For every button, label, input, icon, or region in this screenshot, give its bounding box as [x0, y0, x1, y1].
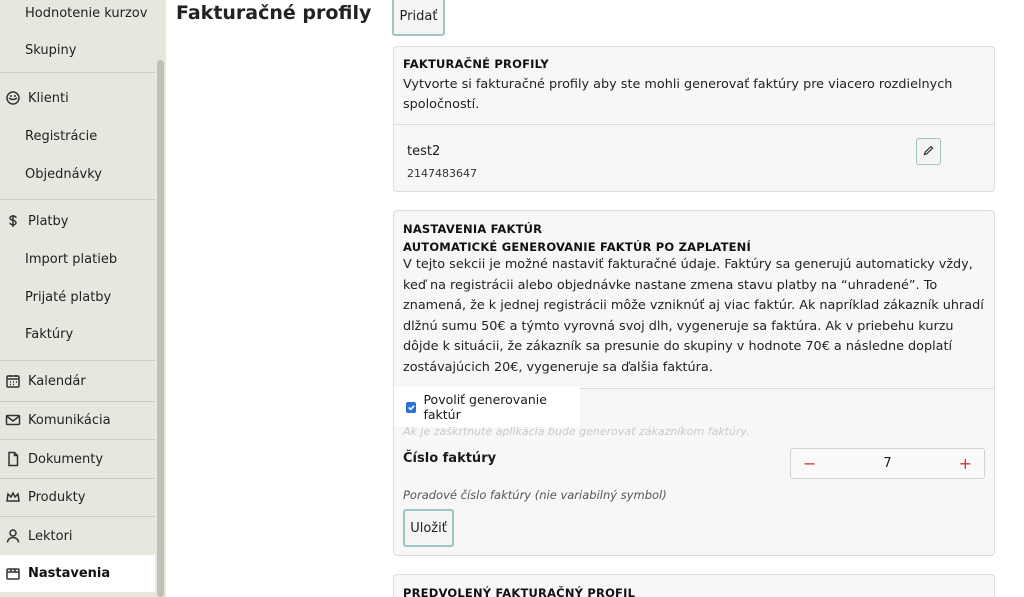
sidebar-item-skupiny[interactable]: Skupiny	[0, 31, 155, 69]
sidebar-scrollbar[interactable]	[157, 60, 164, 597]
invoice-settings-title: NASTAVENIA FAKTÚR	[403, 222, 543, 236]
sidebar-item-label: Objednávky	[25, 166, 103, 182]
enable-invoices-checkbox[interactable]: Povoliť generovanie faktúr	[394, 387, 580, 427]
sidebar-item-objednavky[interactable]: Objednávky	[0, 155, 155, 193]
sidebar-item-produkty[interactable]: Produkty	[0, 478, 155, 516]
sidebar: Hodnotenie kurzov Skupiny Klienti Regist…	[0, 0, 166, 597]
document-icon	[4, 450, 22, 468]
sidebar-item-label: Registrácie	[25, 128, 98, 144]
sidebar-item-platby[interactable]: Platby	[0, 202, 155, 240]
invoice-number-value[interactable]: 7	[883, 456, 891, 471]
invoice-number-stepper[interactable]: − 7 +	[790, 448, 985, 479]
profiles-card: FAKTURAČNÉ PROFILY Vytvorte si fakturačn…	[393, 46, 995, 192]
sidebar-divider	[0, 199, 155, 200]
sidebar-item-label: Import platieb	[25, 251, 118, 267]
profiles-card-header: FAKTURAČNÉ PROFILY Vytvorte si fakturačn…	[394, 47, 994, 125]
profile-number: 2147483647	[407, 167, 477, 180]
sidebar-item-label: Produkty	[28, 489, 86, 505]
sidebar-item-kalendar[interactable]: Kalendár	[0, 362, 155, 400]
profiles-card-description: Vytvorte si fakturačné profily aby ste m…	[403, 77, 953, 112]
sidebar-item-label: Klienti	[28, 90, 69, 106]
crown-icon	[4, 488, 22, 506]
payments-icon	[4, 212, 22, 230]
sidebar-item-label: Prijaté platby	[25, 289, 112, 305]
sidebar-item-lektori[interactable]: Lektori	[0, 517, 155, 555]
sidebar-item-label: Nastavenia	[28, 566, 111, 581]
default-profile-card: PREDVOLENÝ FAKTURAČNÝ PROFIL	[393, 574, 995, 597]
sidebar-item-label: Lektori	[28, 528, 73, 544]
sidebar-item-prijate-platby[interactable]: Prijaté platby	[0, 278, 155, 316]
profiles-card-title: FAKTURAČNÉ PROFILY	[403, 57, 549, 71]
sidebar-item-label: Hodnotenie kurzov	[25, 5, 148, 21]
sidebar-item-label: Kalendár	[28, 373, 86, 389]
invoice-settings-header: NASTAVENIA FAKTÚR AUTOMATICKÉ GENEROVANI…	[394, 211, 994, 389]
sidebar-item-komunikacia[interactable]: Komunikácia	[0, 401, 155, 439]
default-profile-title: PREDVOLENÝ FAKTURAČNÝ PROFIL	[403, 586, 636, 597]
profile-name: test2	[407, 144, 441, 159]
checkbox-checked-icon	[406, 401, 417, 413]
sidebar-item-label: Dokumenty	[28, 451, 104, 467]
sidebar-item-import-platieb[interactable]: Import platieb	[0, 240, 155, 278]
invoice-settings-card: NASTAVENIA FAKTÚR AUTOMATICKÉ GENEROVANI…	[393, 210, 995, 556]
settings-icon	[4, 565, 22, 583]
invoice-settings-description: V tejto sekcii je možné nastaviť faktura…	[403, 257, 984, 375]
mail-icon	[4, 411, 22, 429]
sidebar-item-label: Komunikácia	[28, 412, 111, 428]
sidebar-item-dokumenty[interactable]: Dokumenty	[0, 440, 155, 478]
decrement-button[interactable]: −	[803, 454, 816, 473]
save-button[interactable]: Uložiť	[403, 509, 454, 547]
pencil-icon	[922, 142, 935, 161]
sidebar-divider	[0, 360, 155, 361]
increment-button[interactable]: +	[959, 454, 972, 473]
clients-icon	[4, 89, 22, 107]
sidebar-item-registracie[interactable]: Registrácie	[0, 117, 155, 155]
enable-invoices-label: Povoliť generovanie faktúr	[423, 392, 547, 422]
calendar-icon	[4, 372, 22, 390]
sidebar-item-label: Faktúry	[25, 326, 74, 342]
edit-profile-button[interactable]	[916, 138, 941, 165]
invoice-number-help: Poradové číslo faktúry (nie variabilný s…	[403, 488, 667, 502]
sidebar-item-label: Skupiny	[25, 42, 77, 58]
sidebar-item-hodnotenie-kurzov[interactable]: Hodnotenie kurzov	[0, 0, 155, 32]
sidebar-item-faktury[interactable]: Faktúry	[0, 315, 155, 353]
invoice-settings-subtitle: AUTOMATICKÉ GENEROVANIE FAKTÚR PO ZAPLAT…	[403, 240, 751, 254]
sidebar-item-klienti[interactable]: Klienti	[0, 79, 155, 117]
page-title: Fakturačné profily	[176, 2, 372, 24]
user-icon	[4, 527, 22, 545]
sidebar-divider	[0, 72, 155, 73]
sidebar-item-label: Platby	[28, 213, 69, 229]
add-profile-button[interactable]: Pridať	[392, 0, 445, 36]
invoice-number-label: Číslo faktúry	[403, 451, 497, 466]
sidebar-item-nastavenia[interactable]: Nastavenia	[0, 555, 155, 592]
